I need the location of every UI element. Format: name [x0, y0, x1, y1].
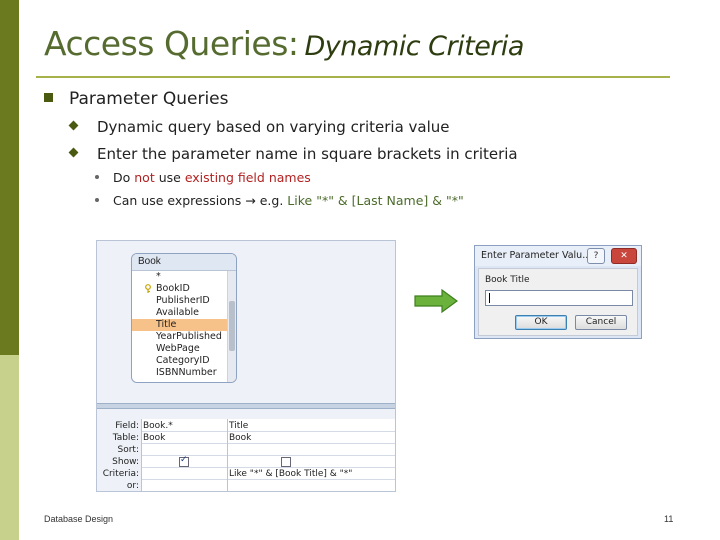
dialog-body: Book Title OK Cancel	[478, 268, 638, 336]
field-item[interactable]: CategoryID	[132, 355, 236, 367]
grid-label-field: Field:	[115, 421, 139, 431]
ok-button[interactable]: OK	[515, 315, 567, 330]
design-grid: Field: Table: Sort: Show: Criteria: or: …	[97, 419, 395, 491]
right-arrow-icon	[414, 289, 458, 313]
enter-parameter-dialog: Enter Parameter Valu... ? ✕ Book Title O…	[474, 245, 642, 339]
col2-field[interactable]: Title	[229, 421, 389, 431]
title-italic: Dynamic Criteria	[304, 31, 525, 62]
bullet-text-a: Do	[113, 170, 135, 185]
bullet-text: Parameter Queries	[69, 89, 229, 109]
table-name: Book	[132, 254, 236, 271]
col2-criteria[interactable]: Like "*" & [Book Title] & "*"	[229, 469, 389, 479]
text-caret	[489, 293, 490, 303]
col1-table[interactable]: Book	[143, 433, 227, 443]
expression-example: Like "*" & [Last Name] & "*"	[287, 193, 464, 208]
emphasis-not: not	[134, 170, 155, 185]
title-main: Access Queries:	[44, 24, 299, 63]
pane-splitter[interactable]	[97, 403, 395, 409]
dialog-titlebar: Enter Parameter Valu... ? ✕	[475, 246, 641, 266]
field-item[interactable]: Available	[132, 307, 236, 319]
primary-key-icon	[145, 284, 151, 293]
sidebar-light	[0, 355, 19, 540]
grid-label-sort: Sort:	[117, 445, 139, 455]
grid-label-table: Table:	[112, 433, 139, 443]
diamond-bullet-icon	[68, 120, 79, 131]
bullet-text-a-mid: use	[154, 170, 185, 185]
parameter-prompt: Book Title	[485, 275, 530, 285]
field-item[interactable]: PublisherID	[132, 295, 236, 307]
dot-bullet-icon	[95, 174, 99, 179]
cancel-button[interactable]: Cancel	[575, 315, 627, 330]
field-item[interactable]: ISBNNumber	[132, 367, 236, 379]
footer-text: Database Design	[44, 514, 114, 524]
bullet-level1: Parameter Queries	[44, 89, 229, 109]
title-divider	[36, 76, 670, 78]
field-item[interactable]: BookID	[132, 283, 236, 295]
emphasis-field-names: existing field names	[184, 170, 311, 185]
bullet-level3: Do not use existing field names	[95, 170, 311, 185]
slide-title: Access Queries: Dynamic Criteria	[44, 24, 524, 63]
field-item[interactable]: WebPage	[132, 343, 236, 355]
bullet-level2: Enter the parameter name in square brack…	[68, 145, 518, 163]
field-item-selected[interactable]: Title	[132, 319, 236, 331]
field-list-scrollbar[interactable]	[227, 271, 236, 382]
dot-bullet-icon	[95, 197, 99, 202]
help-button[interactable]: ?	[587, 248, 605, 264]
col2-table[interactable]: Book	[229, 433, 389, 443]
field-item[interactable]: *	[132, 271, 236, 283]
parameter-input[interactable]	[485, 290, 633, 306]
bullet-text: Enter the parameter name in square brack…	[97, 145, 518, 163]
field-item[interactable]: YearPublished	[132, 331, 236, 343]
grid-label-show: Show:	[112, 457, 139, 467]
query-design-view: Book * BookID PublisherID Available Titl…	[96, 240, 396, 492]
show-checkbox-unchecked[interactable]	[281, 457, 291, 467]
bullet-level2: Dynamic query based on varying criteria …	[68, 118, 450, 136]
grid-label-criteria: Criteria:	[102, 469, 139, 479]
bullet-level3: Can use expressions → e.g. Like "*" & [L…	[95, 193, 464, 208]
bullet-text-b: Can use expressions → e.g.	[113, 193, 288, 208]
show-checkbox-checked[interactable]	[179, 455, 189, 467]
bullet-text: Dynamic query based on varying criteria …	[97, 118, 450, 136]
square-bullet-icon	[44, 92, 53, 102]
grid-label-or: or:	[126, 481, 139, 491]
dialog-title: Enter Parameter Valu...	[481, 250, 592, 261]
scrollbar-thumb[interactable]	[229, 301, 235, 351]
table-field-list: Book * BookID PublisherID Available Titl…	[131, 253, 237, 383]
col1-field[interactable]: Book.*	[143, 421, 227, 431]
diamond-bullet-icon	[68, 147, 79, 158]
page-number: 11	[664, 514, 674, 524]
sidebar-dark	[0, 0, 19, 355]
close-button[interactable]: ✕	[611, 248, 637, 264]
